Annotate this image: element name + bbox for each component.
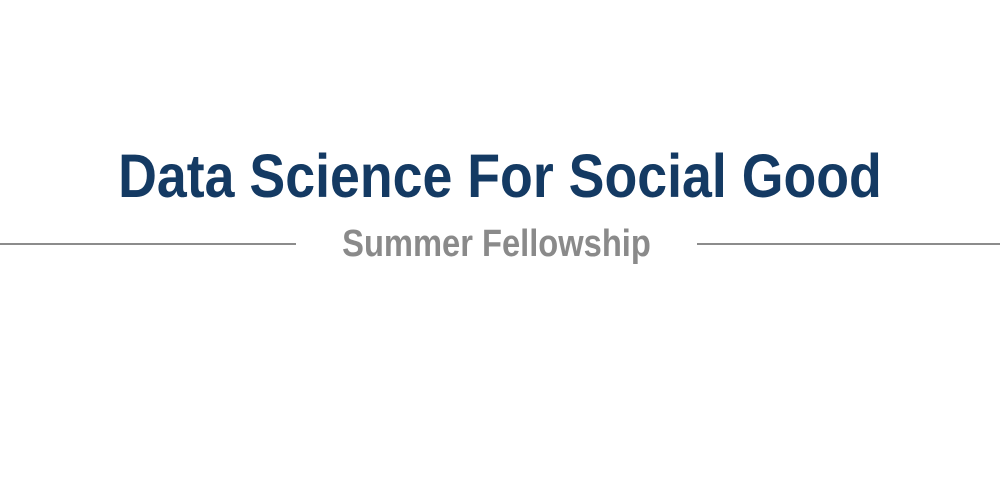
right-divider-line bbox=[697, 243, 1000, 245]
subtitle-row: Summer Fellowship bbox=[0, 218, 1000, 270]
program-logo: Data Science For Social Good Summer Fell… bbox=[0, 0, 1000, 500]
logo-title: Data Science For Social Good bbox=[118, 142, 882, 210]
logo-subtitle: Summer Fellowship bbox=[342, 223, 651, 265]
left-divider-line bbox=[0, 243, 296, 245]
